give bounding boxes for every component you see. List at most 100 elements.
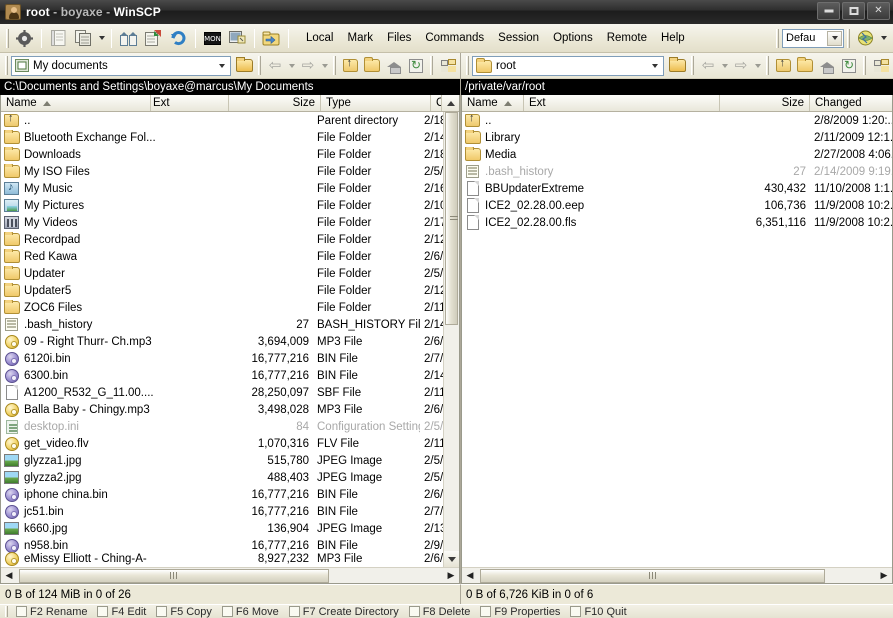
remote-col-name[interactable]: Name xyxy=(462,95,524,111)
local-parent-directory-button[interactable] xyxy=(339,55,361,77)
local-forward-button[interactable]: ⇨ xyxy=(297,55,319,77)
remote-forward-dropdown-icon[interactable] xyxy=(752,55,763,77)
table-row[interactable]: ..Parent directory2/18/2009 3:00 xyxy=(1,112,459,129)
function-key-f10[interactable]: F10 Quit xyxy=(565,606,631,618)
table-row[interactable]: Red KawaFile Folder2/6/2009 9:59:4 xyxy=(1,248,459,265)
function-key-f4[interactable]: F4 Edit xyxy=(92,606,151,618)
table-row[interactable]: ICE2_02.28.00.eep 106,736 11/9/2008 10:2..… xyxy=(462,197,892,214)
maximize-button[interactable] xyxy=(842,2,865,20)
menu-mark[interactable]: Mark xyxy=(341,29,381,47)
local-col-size[interactable]: Size xyxy=(229,95,321,111)
remote-directory-tree-button[interactable] xyxy=(869,55,891,77)
table-row[interactable]: A1200_R532_G_11.00.... 28,250,097 SBF File… xyxy=(1,384,459,401)
table-row[interactable]: k660.jpg136,904JPEG Image2/13/2009 9:46 xyxy=(1,520,459,537)
local-forward-dropdown-icon[interactable] xyxy=(319,55,330,77)
copy-session-dropdown-icon[interactable] xyxy=(96,27,107,49)
local-hscroll-right-arrow-icon[interactable]: ▶ xyxy=(443,569,459,583)
function-key-f6[interactable]: F6 Move xyxy=(217,606,284,618)
function-key-f7[interactable]: F7 Create Directory xyxy=(284,606,404,618)
local-drive-chevron-down-icon[interactable] xyxy=(214,57,230,75)
table-row[interactable]: 09 - Right Thurr- Ch.mp3 3,694,009 MP3 Fil… xyxy=(1,333,459,350)
local-view-grip[interactable] xyxy=(430,56,433,75)
local-rows-viewport[interactable]: ..Parent directory2/18/2009 3:00Bluetoot… xyxy=(1,112,459,567)
menu-local[interactable]: Local xyxy=(299,29,341,47)
local-home-directory-button[interactable] xyxy=(383,55,405,77)
function-key-f8[interactable]: F8 Delete xyxy=(404,606,476,618)
table-row[interactable]: eMissy Elliott - Ching-A- 8,927,232 MP3 Fi… xyxy=(1,551,459,566)
local-drive-combo[interactable]: My documents xyxy=(11,55,231,76)
table-row[interactable]: Library 2/11/2009 12:1... xyxy=(462,129,892,146)
table-row[interactable]: glyzza2.jpg488,403JPEG Image2/5/2009 7:5… xyxy=(1,469,459,486)
table-row[interactable]: BBUpdaterExtreme 430,432 11/10/2008 1:1... xyxy=(462,180,892,197)
local-scroll-down-arrow-icon[interactable] xyxy=(444,551,459,567)
queue-icon[interactable] xyxy=(260,27,283,49)
table-row[interactable]: .bash_history27BASH_HISTORY File2/14/200… xyxy=(1,316,459,333)
table-row[interactable]: Media 2/27/2008 4:06... xyxy=(462,146,892,163)
session-dropdown-icon[interactable] xyxy=(878,27,889,49)
table-row[interactable]: DownloadsFile Folder2/18/2009 3:00 xyxy=(1,146,459,163)
synchronize-icon[interactable] xyxy=(117,27,140,49)
minimize-button[interactable] xyxy=(817,2,840,20)
local-vscroll-thumb[interactable] xyxy=(445,112,458,325)
remote-forward-button[interactable]: ⇨ xyxy=(730,55,752,77)
table-row[interactable]: ZOC6 FilesFile Folder2/11/2009 8:54 xyxy=(1,299,459,316)
function-key-f9[interactable]: F9 Properties xyxy=(475,606,565,618)
menu-help[interactable]: Help xyxy=(654,29,692,47)
local-col-name[interactable]: Name xyxy=(1,95,151,111)
toolbar-grip[interactable] xyxy=(6,28,9,48)
local-col-ext[interactable]: Ext xyxy=(151,95,229,111)
table-row[interactable]: desktop.ini84Configuration Settings2/5/2… xyxy=(1,418,459,435)
remote-directory-chevron-down-icon[interactable] xyxy=(647,57,663,75)
menu-options[interactable]: Options xyxy=(546,29,600,47)
remote-root-directory-button[interactable] xyxy=(794,55,816,77)
table-row[interactable]: 6300.bin16,777,216BIN File2/14/2009 4:55 xyxy=(1,367,459,384)
refresh-icon[interactable] xyxy=(167,27,190,49)
local-root-directory-button[interactable] xyxy=(361,55,383,77)
session-globe-icon[interactable] xyxy=(854,27,877,49)
close-button[interactable]: ✕ xyxy=(867,2,890,20)
local-col-type[interactable]: Type xyxy=(321,95,431,111)
table-row[interactable]: Balla Baby - Chingy.mp3 3,498,028 MP3 File… xyxy=(1,401,459,418)
remote-refresh-button[interactable] xyxy=(838,55,860,77)
remote-rows-viewport[interactable]: .. 2/8/2009 1:20:... Library 2/11/2009 12:1… xyxy=(462,112,892,567)
remote-col-size[interactable]: Size xyxy=(720,95,810,111)
copy-session-icon[interactable] xyxy=(72,27,95,49)
fkeybar-grip[interactable] xyxy=(5,606,8,617)
local-address-grip[interactable] xyxy=(5,56,8,75)
remote-view-grip[interactable] xyxy=(863,56,866,75)
table-row[interactable]: ICE2_02.28.00.fls 6,351,116 11/9/2008 10:2… xyxy=(462,214,892,231)
table-row[interactable]: Bluetooth Exchange Fol... File Folder 2/14… xyxy=(1,129,459,146)
remote-horizontal-scrollbar[interactable]: ◀ ▶ xyxy=(462,567,892,583)
transfer-toolbar-grip[interactable] xyxy=(776,28,779,48)
local-directory-tree-button[interactable] xyxy=(436,55,458,77)
table-row[interactable]: jc51.bin16,777,216BIN File2/7/2009 4:15:… xyxy=(1,503,459,520)
remote-hscroll-track[interactable] xyxy=(478,568,876,583)
function-key-f5[interactable]: F5 Copy xyxy=(151,606,217,618)
table-row[interactable]: UpdaterFile Folder2/5/2009 4:42:0 xyxy=(1,265,459,282)
remote-address-grip[interactable] xyxy=(466,56,469,75)
local-back-dropdown-icon[interactable] xyxy=(286,55,297,77)
table-row[interactable]: Updater5File Folder2/12/2009 7:20 xyxy=(1,282,459,299)
remote-open-directory-button[interactable] xyxy=(666,55,688,77)
remote-nav-grip[interactable] xyxy=(691,56,694,75)
menu-session[interactable]: Session xyxy=(491,29,546,47)
function-key-f2[interactable]: F2 Rename xyxy=(11,606,92,618)
session-toolbar-grip[interactable] xyxy=(847,28,850,48)
remote-col-changed[interactable]: Changed xyxy=(810,95,892,111)
local-hscroll-track[interactable] xyxy=(17,568,443,583)
local-horizontal-scrollbar[interactable]: ◀ ▶ xyxy=(1,567,459,583)
table-row[interactable]: .bash_history 27 2/14/2009 9:19... xyxy=(462,163,892,180)
table-row[interactable]: My VideosFile Folder2/17/2009 12:2 xyxy=(1,214,459,231)
remote-back-button[interactable]: ⇦ xyxy=(697,55,719,77)
remote-hscroll-right-arrow-icon[interactable]: ▶ xyxy=(876,569,892,583)
remote-parent-directory-button[interactable] xyxy=(772,55,794,77)
local-col-changed[interactable]: Changed xyxy=(431,95,442,111)
table-row[interactable]: My PicturesFile Folder2/10/2009 9:08 xyxy=(1,197,459,214)
menu-remote[interactable]: Remote xyxy=(600,29,654,47)
open-terminal-icon[interactable] xyxy=(226,27,249,49)
remote-back-dropdown-icon[interactable] xyxy=(719,55,730,77)
new-session-icon[interactable] xyxy=(47,27,70,49)
table-row[interactable]: My MusicFile Folder2/16/2009 2:06 xyxy=(1,180,459,197)
local-nav-grip[interactable] xyxy=(258,56,261,75)
local-back-button[interactable]: ⇦ xyxy=(264,55,286,77)
